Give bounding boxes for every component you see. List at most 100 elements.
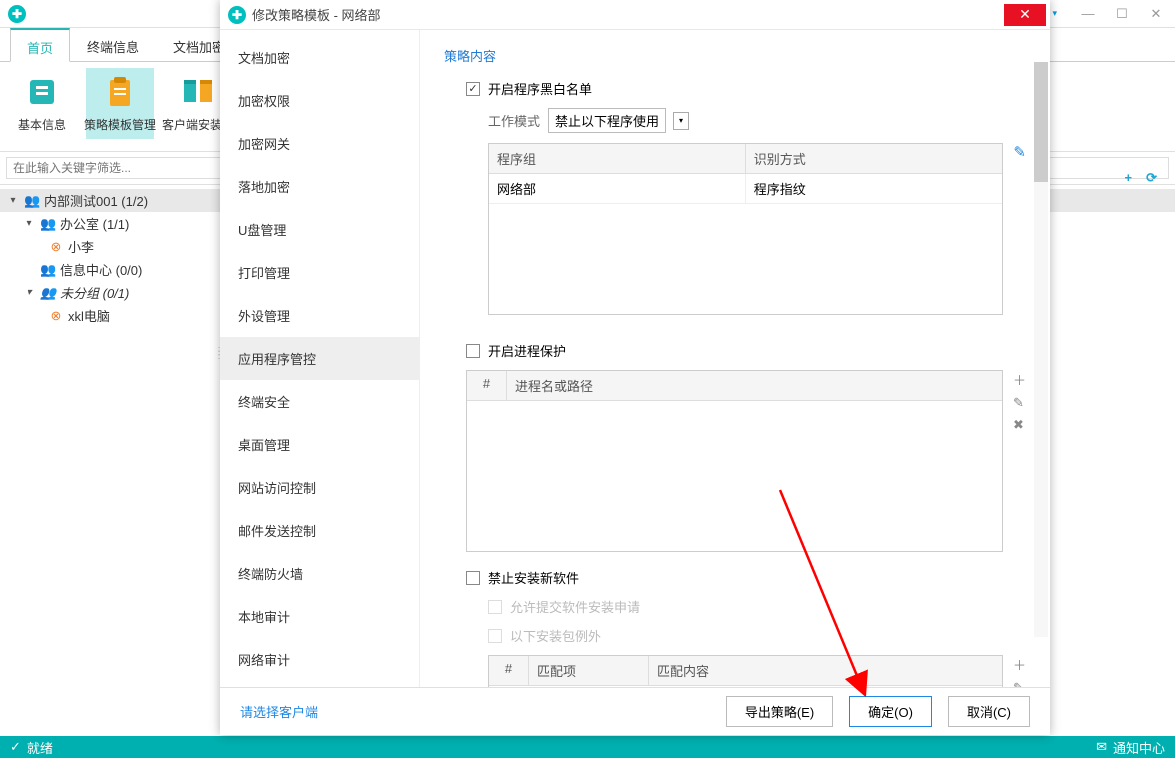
add-icon[interactable]: ＋ (1013, 655, 1026, 674)
allow-submit-checkbox[interactable] (488, 600, 502, 614)
grid1-r1c1: 网络部 (489, 174, 746, 204)
group-icon: 👥 (40, 262, 56, 278)
grid1-header-group: 程序组 (489, 144, 746, 174)
enable-process-protect-label: 开启进程保护 (488, 341, 566, 360)
tree-user2-label: xkl电脑 (68, 306, 110, 325)
ok-button[interactable]: 确定(O) (849, 696, 932, 727)
side-item-local-audit[interactable]: 本地审计 (220, 595, 419, 638)
workmode-select[interactable]: 禁止以下程序使用 (548, 108, 666, 133)
enable-process-protect-checkbox[interactable] (466, 344, 480, 358)
edit-icon[interactable]: ✎ (1013, 143, 1026, 315)
policy-category-list: 文档加密 加密权限 加密网关 落地加密 U盘管理 打印管理 外设管理 应用程序管… (220, 30, 420, 687)
tree-user1-label: 小李 (68, 237, 94, 256)
splitter-handle[interactable]: ⋮⋮ (220, 350, 224, 358)
side-item-terminal-security[interactable]: 终端安全 (220, 380, 419, 423)
tab-home[interactable]: 首页 (10, 28, 70, 62)
edit-policy-template-dialog: ✚ 修改策略模板 - 网络部 ✕ ⋮⋮ 文档加密 加密权限 加密网关 落地加密 … (220, 0, 1050, 735)
dialog-title: 修改策略模板 - 网络部 (252, 5, 381, 24)
group-icon: 👥 (40, 216, 56, 232)
section-title: 策略内容 (444, 46, 1026, 65)
ribbon-basic-info[interactable]: 基本信息 (8, 68, 76, 139)
side-item-terminal-firewall[interactable]: 终端防火墙 (220, 552, 419, 595)
status-bar: ✓ 就绪 ✉ 通知中心 (0, 736, 1175, 758)
edit-icon[interactable]: ✎ (1013, 395, 1026, 411)
group-icon: 👥 (24, 193, 40, 209)
chevron-down-icon: ▾ (22, 287, 36, 298)
side-item-network-audit[interactable]: 网络审计 (220, 638, 419, 681)
basic-info-icon (22, 72, 62, 112)
export-policy-button[interactable]: 导出策略(E) (726, 696, 833, 727)
policy-content-panel: 策略内容 开启程序黑白名单 工作模式 禁止以下程序使用 ▾ 程序组 (420, 30, 1050, 687)
grid3-header-content: 匹配内容 (649, 656, 1002, 686)
app-logo-icon: ✚ (8, 5, 26, 23)
side-item-peripheral-mgmt[interactable]: 外设管理 (220, 294, 419, 337)
side-item-landing-encrypt[interactable]: 落地加密 (220, 165, 419, 208)
close-button[interactable]: ✕ (1145, 6, 1167, 22)
notification-center[interactable]: ✉ 通知中心 (1096, 738, 1165, 757)
process-path-grid: # 进程名或路径 (466, 370, 1003, 552)
side-item-encrypt-gateway[interactable]: 加密网关 (220, 122, 419, 165)
dialog-logo-icon: ✚ (228, 6, 246, 24)
tree-infocenter-label: 信息中心 (0/0) (60, 260, 142, 279)
check-icon: ✓ (10, 739, 21, 755)
side-item-encrypt-perm[interactable]: 加密权限 (220, 79, 419, 122)
chevron-down-icon: ▾ (22, 218, 36, 229)
forbid-install-checkbox[interactable] (466, 571, 480, 585)
dialog-footer: 请选择客户端 导出策略(E) 确定(O) 取消(C) (220, 687, 1050, 735)
program-group-grid: 程序组 识别方式 网络部 程序指纹 (488, 143, 1003, 315)
except-pkg-grid: # 匹配项 匹配内容 (488, 655, 1003, 687)
tree-root-label: 内部测试001 (1/2) (44, 191, 148, 210)
refresh-icon[interactable]: ⟳ (1146, 170, 1157, 186)
list-toolbar: + ⟳ (1125, 170, 1158, 186)
enable-blacklist-checkbox[interactable] (466, 82, 480, 96)
side-item-desktop-mgmt[interactable]: 桌面管理 (220, 423, 419, 466)
ribbon-policy-template[interactable]: 策略模板管理 (86, 68, 154, 139)
ribbon-policy-label: 策略模板管理 (84, 116, 156, 133)
side-item-doc-encrypt[interactable]: 文档加密 (220, 36, 419, 79)
side-item-print-mgmt[interactable]: 打印管理 (220, 251, 419, 294)
grid3-header-match: 匹配项 (529, 656, 649, 686)
grid1-row-1[interactable]: 网络部 程序指纹 (489, 174, 1002, 204)
offline-icon: ⊗ (48, 308, 64, 324)
tab-terminal-info[interactable]: 终端信息 (70, 28, 156, 61)
offline-icon: ⊗ (48, 239, 64, 255)
add-icon[interactable]: + (1125, 170, 1133, 186)
delete-icon[interactable]: ✖ (1013, 417, 1026, 433)
grid1-header-method: 识别方式 (746, 144, 1003, 174)
except-pkg-checkbox[interactable] (488, 629, 502, 643)
enable-blacklist-label: 开启程序黑白名单 (488, 79, 592, 98)
notify-center-label: 通知中心 (1113, 738, 1165, 757)
ribbon-basic-label: 基本信息 (18, 116, 66, 133)
dialog-titlebar: ✚ 修改策略模板 - 网络部 ✕ (220, 0, 1050, 30)
minimize-button[interactable]: — (1077, 6, 1099, 22)
maximize-button[interactable]: ☐ (1111, 6, 1133, 22)
edit-icon[interactable]: ✎ (1013, 680, 1026, 687)
content-scrollbar[interactable] (1034, 62, 1048, 637)
side-item-mail-send[interactable]: 邮件发送控制 (220, 509, 419, 552)
allow-submit-label: 允许提交软件安装申请 (510, 597, 640, 616)
status-ready-label: 就绪 (27, 738, 53, 757)
side-item-app-control[interactable]: 应用程序管控 (220, 337, 419, 380)
grid2-header-num: # (467, 371, 507, 401)
dialog-close-button[interactable]: ✕ (1004, 4, 1046, 26)
workmode-value: 禁止以下程序使用 (555, 111, 659, 130)
grid1-r1c2: 程序指纹 (746, 174, 1003, 204)
policy-template-icon (100, 72, 140, 112)
grid3-header-num: # (489, 656, 529, 686)
side-item-usb-mgmt[interactable]: U盘管理 (220, 208, 419, 251)
side-item-web-access[interactable]: 网站访问控制 (220, 466, 419, 509)
tree-ungrouped-label: 未分组 (0/1) (60, 283, 129, 302)
install-pkg-icon (178, 72, 218, 112)
except-pkg-label: 以下安装包例外 (510, 626, 601, 645)
add-icon[interactable]: ＋ (1013, 370, 1026, 389)
grid2-header-path: 进程名或路径 (507, 371, 1002, 401)
forbid-install-label: 禁止安装新软件 (488, 568, 579, 587)
chevron-down-icon[interactable]: ▾ (673, 112, 689, 130)
select-client-link[interactable]: 请选择客户端 (240, 702, 318, 721)
chevron-down-icon: ▾ (6, 195, 20, 206)
cancel-button[interactable]: 取消(C) (948, 696, 1030, 727)
mail-icon: ✉ (1096, 739, 1107, 755)
workmode-label: 工作模式 (488, 111, 540, 130)
tree-office-label: 办公室 (1/1) (60, 214, 129, 233)
chevron-down-icon: ▾ (1052, 8, 1057, 19)
